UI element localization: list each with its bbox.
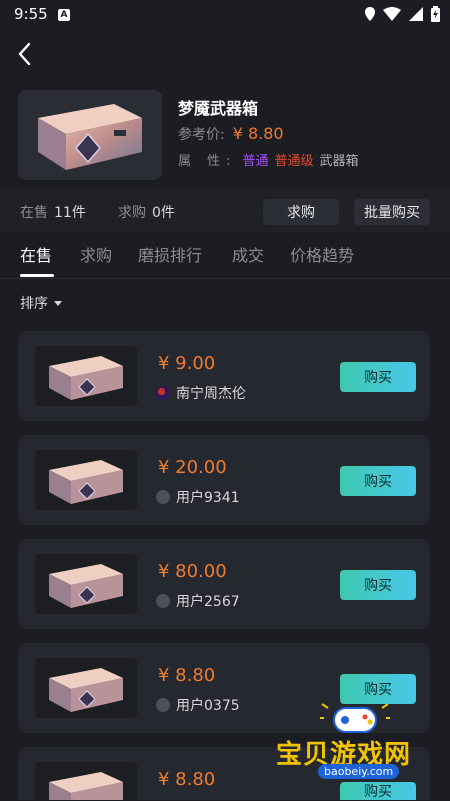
seller-name: 南宁周杰伦 xyxy=(176,386,246,402)
seller-name: 用户9341 xyxy=(176,490,240,506)
listing-image xyxy=(35,346,137,406)
gamepad-icon xyxy=(320,703,390,733)
item-image xyxy=(18,90,162,180)
weapon-case-icon xyxy=(49,668,123,712)
listing-image xyxy=(35,450,137,510)
listing-image xyxy=(35,658,137,718)
listing-image xyxy=(35,762,137,800)
active-tab-indicator xyxy=(20,274,54,277)
attributes-row: 属 性: 普通 普通级 武器箱 xyxy=(178,150,359,169)
buy-button[interactable]: 购买 xyxy=(340,466,416,496)
tab-on-sale[interactable]: 在售 xyxy=(20,242,52,266)
listing-image xyxy=(35,554,137,614)
stats-bar: 在售 11件 求购 0件 求购 批量购买 xyxy=(0,190,450,232)
attribute-type: 武器箱 xyxy=(319,154,359,169)
listing-seller: 南宁周杰伦 xyxy=(156,383,246,403)
listing-price: ¥ 8.80 xyxy=(158,769,216,790)
buy-button[interactable]: 购买 xyxy=(340,362,416,392)
status-icons xyxy=(365,6,440,22)
sort-dropdown[interactable]: 排序 xyxy=(20,293,62,313)
on-sale-label: 在售 xyxy=(20,205,48,221)
wanted-label: 求购 xyxy=(118,205,146,221)
signal-icon xyxy=(409,7,423,21)
weapon-case-icon xyxy=(49,460,123,504)
want-to-buy-button[interactable]: 求购 xyxy=(263,199,339,225)
weapon-case-icon xyxy=(38,104,142,170)
back-button[interactable] xyxy=(14,40,38,68)
sort-label: 排序 xyxy=(20,296,48,312)
battery-icon xyxy=(431,6,440,22)
listing-seller: 用户0375 xyxy=(156,695,240,715)
wanted-value: 0件 xyxy=(152,205,175,221)
wanted-count: 求购 0件 xyxy=(118,202,175,222)
weapon-case-icon xyxy=(49,564,123,608)
caret-down-icon xyxy=(54,300,62,306)
buy-button[interactable]: 购买 xyxy=(340,570,416,600)
reference-price-row: 参考价: ¥ 8.80 xyxy=(178,124,284,144)
avatar xyxy=(156,490,170,504)
attribute-quality: 普通 xyxy=(242,154,269,169)
tab-wanted[interactable]: 求购 xyxy=(80,242,112,266)
avatar xyxy=(156,698,170,712)
tab-transactions[interactable]: 成交 xyxy=(232,242,264,266)
on-sale-count: 在售 11件 xyxy=(20,202,86,222)
listing-price: ¥ 80.00 xyxy=(158,561,227,582)
listing-card[interactable]: ¥ 80.00 用户2567 购买 xyxy=(18,539,430,629)
attributes-label: 属 性: xyxy=(178,154,237,169)
bulk-buy-button[interactable]: 批量购买 xyxy=(354,199,430,225)
listing-price: ¥ 8.80 xyxy=(158,665,216,686)
watermark-url: baobeiy.com xyxy=(318,764,400,779)
watermark: 宝贝游戏网 baobeiy.com xyxy=(270,700,450,800)
listing-price: ¥ 9.00 xyxy=(158,353,216,374)
reference-price-label: 参考价: xyxy=(178,127,225,143)
listing-card[interactable]: ¥ 9.00 南宁周杰伦 购买 xyxy=(18,331,430,421)
chevron-left-icon xyxy=(18,42,31,66)
status-time: 9:55 xyxy=(14,5,48,23)
avatar xyxy=(156,386,170,400)
status-bar: 9:55 A xyxy=(0,0,450,30)
listing-card[interactable]: ¥ 20.00 用户9341 购买 xyxy=(18,435,430,525)
reference-price: ¥ 8.80 xyxy=(232,124,284,143)
avatar xyxy=(156,594,170,608)
on-sale-value: 11件 xyxy=(54,205,86,221)
weapon-case-icon xyxy=(49,356,123,400)
status-badge: A xyxy=(58,9,70,21)
listing-price: ¥ 20.00 xyxy=(158,457,227,478)
listing-seller: 用户9341 xyxy=(156,487,240,507)
wifi-icon xyxy=(383,7,401,21)
location-icon xyxy=(365,7,375,21)
item-title: 梦魇武器箱 xyxy=(178,99,259,118)
weapon-case-icon xyxy=(49,772,123,800)
listing-seller: 用户2567 xyxy=(156,591,240,611)
seller-name: 用户0375 xyxy=(176,698,240,714)
tab-wear-ranking[interactable]: 磨损排行 xyxy=(138,242,202,266)
attribute-grade: 普通级 xyxy=(274,154,314,169)
tab-bar: 在售 求购 磨损排行 成交 价格趋势 xyxy=(0,232,450,279)
tab-price-trend[interactable]: 价格趋势 xyxy=(290,242,354,266)
seller-name: 用户2567 xyxy=(176,594,240,610)
